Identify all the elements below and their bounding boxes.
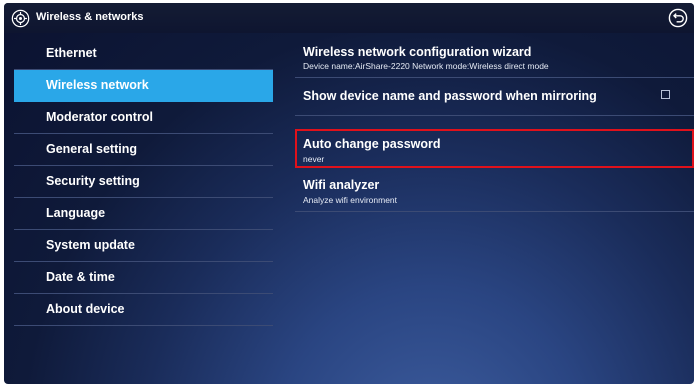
sidebar-item-label: Date & time — [46, 270, 115, 284]
sidebar-item-label: System update — [46, 238, 135, 252]
title-bar: Wireless & networks — [4, 3, 694, 33]
settings-content: Wireless network configuration wizard De… — [295, 38, 694, 212]
sidebar-item-date-time[interactable]: Date & time — [14, 262, 273, 294]
wizard-subtitle: Device name:AirShare-2220 Network mode:W… — [303, 61, 549, 71]
show-password-title: Show device name and password when mirro… — [303, 89, 597, 103]
window-title: Wireless & networks — [36, 11, 144, 23]
show-password-row[interactable]: Show device name and password when mirro… — [295, 78, 694, 116]
wizard-title: Wireless network configuration wizard — [303, 45, 532, 59]
wifi-analyzer-row[interactable]: Wifi analyzer Analyze wifi environment — [295, 172, 694, 212]
auto-change-password-title: Auto change password — [303, 137, 441, 151]
sidebar-item-label: Security setting — [46, 174, 140, 188]
sidebar-item-security-setting[interactable]: Security setting — [14, 166, 273, 198]
auto-change-password-value: never — [303, 154, 325, 164]
wifi-analyzer-subtitle: Analyze wifi environment — [303, 195, 398, 205]
sidebar-item-label: Ethernet — [46, 46, 97, 60]
sidebar-item-ethernet[interactable]: Ethernet — [14, 38, 273, 70]
sidebar-item-label: Wireless network — [46, 78, 149, 92]
sidebar-item-label: General setting — [46, 142, 137, 156]
sidebar-item-general-setting[interactable]: General setting — [14, 134, 273, 166]
auto-change-password-row[interactable]: Auto change password never — [295, 129, 694, 168]
sidebar-item-system-update[interactable]: System update — [14, 230, 273, 262]
sidebar-item-moderator-control[interactable]: Moderator control — [14, 102, 273, 134]
sidebar-item-wireless-network[interactable]: Wireless network — [14, 70, 273, 102]
sidebar-item-label: Moderator control — [46, 110, 153, 124]
sidebar-item-language[interactable]: Language — [14, 198, 273, 230]
wifi-analyzer-title: Wifi analyzer — [303, 178, 380, 192]
sidebar-item-label: Language — [46, 206, 106, 220]
show-password-checkbox[interactable] — [661, 90, 670, 99]
settings-screen: Wireless & networks Ethernet Wireless ne… — [4, 3, 694, 384]
sidebar-item-about-device[interactable]: About device — [14, 294, 273, 326]
wizard-row[interactable]: Wireless network configuration wizard De… — [295, 38, 694, 78]
back-icon[interactable] — [668, 8, 688, 28]
sidebar-item-label: About device — [46, 302, 125, 316]
settings-sidebar: Ethernet Wireless network Moderator cont… — [14, 38, 273, 326]
gear-icon — [11, 9, 30, 28]
